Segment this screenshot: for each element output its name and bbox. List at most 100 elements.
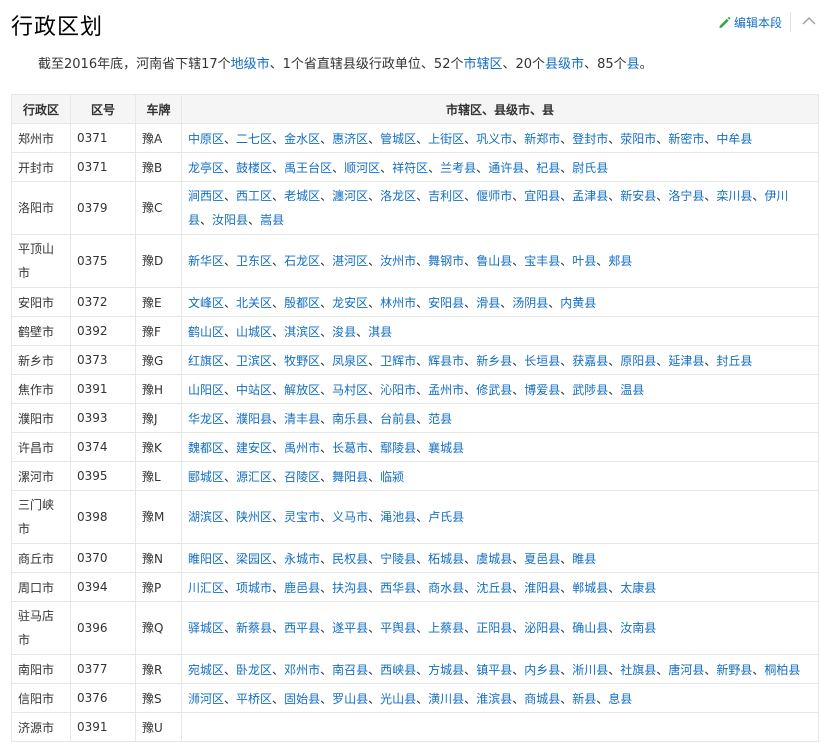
subdivision-link[interactable]: 宝丰县: [524, 254, 560, 268]
subdivision-link[interactable]: 新华区: [188, 254, 224, 268]
subdivision-link[interactable]: 西工区: [236, 189, 272, 203]
subdivision-link[interactable]: 马村区: [332, 383, 368, 397]
subdivision-link[interactable]: 新郑市: [524, 132, 560, 146]
chevron-up-icon[interactable]: [800, 12, 818, 30]
subdivision-link[interactable]: 登封市: [572, 132, 608, 146]
subdivision-link[interactable]: 中站区: [236, 383, 272, 397]
subdivision-link[interactable]: 孟津县: [572, 189, 608, 203]
subdivision-link[interactable]: 杞县: [536, 161, 560, 175]
subdivision-link[interactable]: 郏县: [608, 254, 632, 268]
subdivision-link[interactable]: 平舆县: [380, 621, 416, 635]
subdivision-link[interactable]: 北关区: [236, 296, 272, 310]
subdivision-link[interactable]: 洛龙区: [380, 189, 416, 203]
subdivision-link[interactable]: 荥阳市: [620, 132, 656, 146]
subdivision-link[interactable]: 襄城县: [428, 441, 464, 455]
subdivision-link[interactable]: 二七区: [236, 132, 272, 146]
subdivision-link[interactable]: 龙亭区: [188, 161, 224, 175]
subdivision-link[interactable]: 范县: [428, 412, 452, 426]
subdivision-link[interactable]: 山阳区: [188, 383, 224, 397]
subdivision-link[interactable]: 洛宁县: [668, 189, 704, 203]
subdivision-link[interactable]: 邓州市: [284, 663, 320, 677]
subdivision-link[interactable]: 上蔡县: [428, 621, 464, 635]
subdivision-link[interactable]: 宁陵县: [380, 552, 416, 566]
subdivision-link[interactable]: 殷都区: [284, 296, 320, 310]
subdivision-link[interactable]: 虞城县: [476, 552, 512, 566]
subdivision-link[interactable]: 渑池县: [380, 510, 416, 524]
subdivision-link[interactable]: 解放区: [284, 383, 320, 397]
subdivision-link[interactable]: 新密市: [668, 132, 704, 146]
subdivision-link[interactable]: 汤阴县: [512, 296, 548, 310]
subdivision-link[interactable]: 兰考县: [440, 161, 476, 175]
subdivision-link[interactable]: 新乡县: [476, 354, 512, 368]
subdivision-link[interactable]: 确山县: [572, 621, 608, 635]
subdivision-link[interactable]: 辉县市: [428, 354, 464, 368]
subdivision-link[interactable]: 通许县: [488, 161, 524, 175]
subdivision-link[interactable]: 舞钢市: [428, 254, 464, 268]
subdivision-link[interactable]: 睢阳区: [188, 552, 224, 566]
subdivision-link[interactable]: 栾川县: [716, 189, 752, 203]
subdivision-link[interactable]: 淇县: [368, 325, 392, 339]
subdivision-link[interactable]: 石龙区: [284, 254, 320, 268]
subdivision-link[interactable]: 淮滨县: [476, 692, 512, 706]
subdivision-link[interactable]: 汝州市: [380, 254, 416, 268]
subdivision-link[interactable]: 扶沟县: [332, 581, 368, 595]
subdivision-link[interactable]: 新蔡县: [236, 621, 272, 635]
subdivision-link[interactable]: 泌阳县: [524, 621, 560, 635]
subdivision-link[interactable]: 鲁山县: [476, 254, 512, 268]
subdivision-link[interactable]: 罗山县: [332, 692, 368, 706]
subdivision-link[interactable]: 牧野区: [284, 354, 320, 368]
subdivision-link[interactable]: 山城区: [236, 325, 272, 339]
subdivision-link[interactable]: 偃师市: [476, 189, 512, 203]
subdivision-link[interactable]: 方城县: [428, 663, 464, 677]
subdivision-link[interactable]: 博爱县: [524, 383, 560, 397]
subdivision-link[interactable]: 禹州市: [284, 441, 320, 455]
subdivision-link[interactable]: 金水区: [284, 132, 320, 146]
subdivision-link[interactable]: 顺河区: [344, 161, 380, 175]
subdivision-link[interactable]: 安阳县: [428, 296, 464, 310]
subdivision-link[interactable]: 永城市: [284, 552, 320, 566]
subdivision-link[interactable]: 林州市: [380, 296, 416, 310]
subdivision-link[interactable]: 巩义市: [476, 132, 512, 146]
subdivision-link[interactable]: 鹤山区: [188, 325, 224, 339]
subdivision-link[interactable]: 嵩县: [260, 213, 284, 227]
subdivision-link[interactable]: 卫辉市: [380, 354, 416, 368]
link-municipal-district[interactable]: 市辖区: [463, 57, 502, 72]
subdivision-link[interactable]: 尉氏县: [572, 161, 608, 175]
link-county[interactable]: 县: [627, 57, 640, 72]
subdivision-link[interactable]: 汝南县: [620, 621, 656, 635]
subdivision-link[interactable]: 长垣县: [524, 354, 560, 368]
subdivision-link[interactable]: 瀍河区: [332, 189, 368, 203]
subdivision-link[interactable]: 沈丘县: [476, 581, 512, 595]
subdivision-link[interactable]: 西华县: [380, 581, 416, 595]
subdivision-link[interactable]: 清丰县: [284, 412, 320, 426]
subdivision-link[interactable]: 魏都区: [188, 441, 224, 455]
subdivision-link[interactable]: 浚县: [332, 325, 356, 339]
link-county-level-city[interactable]: 县级市: [545, 57, 584, 72]
subdivision-link[interactable]: 遂平县: [332, 621, 368, 635]
subdivision-link[interactable]: 涧西区: [188, 189, 224, 203]
subdivision-link[interactable]: 南召县: [332, 663, 368, 677]
subdivision-link[interactable]: 临颍: [380, 470, 404, 484]
subdivision-link[interactable]: 内乡县: [524, 663, 560, 677]
subdivision-link[interactable]: 淮阳县: [524, 581, 560, 595]
subdivision-link[interactable]: 沁阳市: [380, 383, 416, 397]
subdivision-link[interactable]: 潢川县: [428, 692, 464, 706]
subdivision-link[interactable]: 上街区: [428, 132, 464, 146]
subdivision-link[interactable]: 民权县: [332, 552, 368, 566]
subdivision-link[interactable]: 宛城区: [188, 663, 224, 677]
subdivision-link[interactable]: 汝阳县: [212, 213, 248, 227]
subdivision-link[interactable]: 陕州区: [236, 510, 272, 524]
subdivision-link[interactable]: 建安区: [236, 441, 272, 455]
subdivision-link[interactable]: 长葛市: [332, 441, 368, 455]
subdivision-link[interactable]: 华龙区: [188, 412, 224, 426]
subdivision-link[interactable]: 桐柏县: [764, 663, 800, 677]
subdivision-link[interactable]: 原阳县: [620, 354, 656, 368]
subdivision-link[interactable]: 西平县: [284, 621, 320, 635]
subdivision-link[interactable]: 鹿邑县: [284, 581, 320, 595]
subdivision-link[interactable]: 卫滨区: [236, 354, 272, 368]
subdivision-link[interactable]: 叶县: [572, 254, 596, 268]
subdivision-link[interactable]: 新县: [572, 692, 596, 706]
subdivision-link[interactable]: 龙安区: [332, 296, 368, 310]
subdivision-link[interactable]: 台前县: [380, 412, 416, 426]
subdivision-link[interactable]: 武陟县: [572, 383, 608, 397]
